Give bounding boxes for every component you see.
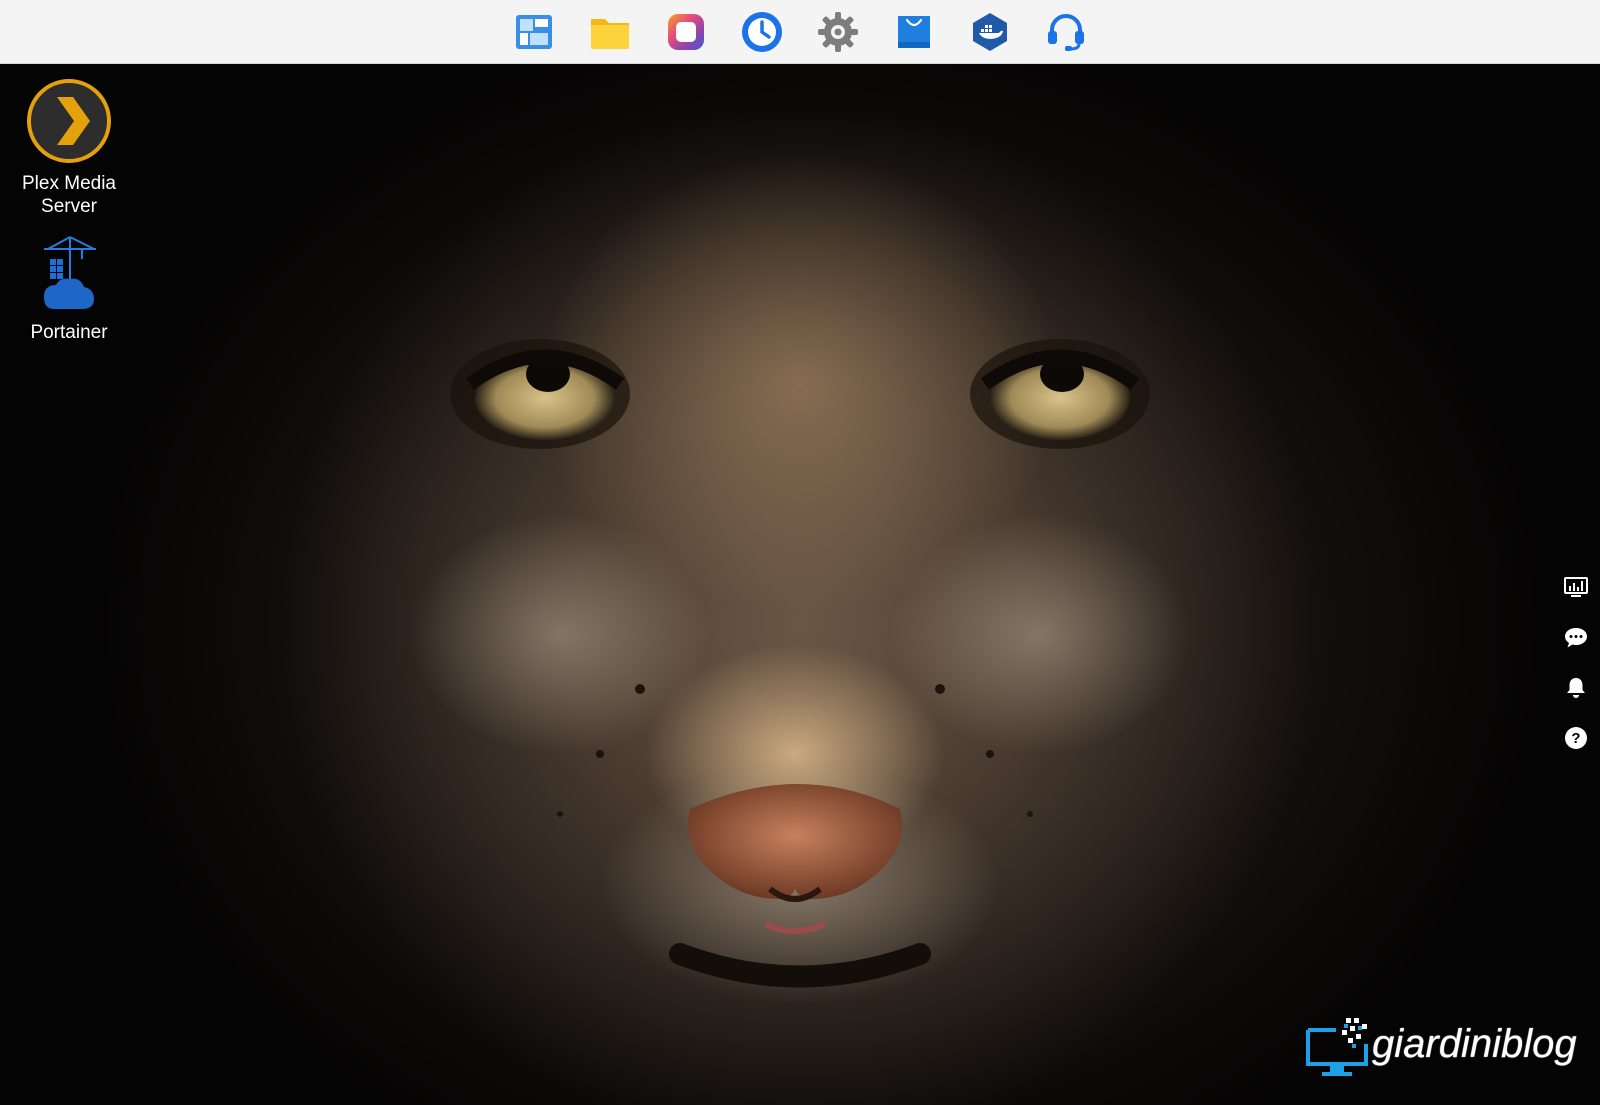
taskbar-support-center-button[interactable] <box>1044 10 1088 54</box>
help-button[interactable]: ? <box>1562 724 1590 752</box>
taskbar-package-center-button[interactable] <box>892 10 936 54</box>
lynx-wallpaper-image <box>410 339 1190 1004</box>
taskbar <box>0 0 1600 64</box>
watermark-text: giardiniblog <box>1372 1022 1577 1066</box>
taskbar-backup-button[interactable] <box>740 10 784 54</box>
messages-button[interactable] <box>1562 624 1590 652</box>
watermark-logo: giardiniblog <box>1306 1016 1586 1086</box>
shortcut-label-line1: Plex Media <box>22 173 116 194</box>
shopping-bag-icon <box>898 15 930 48</box>
help-question-mark: ? <box>1571 730 1580 747</box>
question-icon: ? <box>1565 727 1587 749</box>
notifications-button[interactable] <box>1562 674 1590 702</box>
docker-hexagon-icon <box>973 12 1007 51</box>
desktop-shortcut-plex[interactable]: Plex Media Server <box>9 78 129 218</box>
side-widget-strip: ? <box>1562 574 1590 752</box>
plex-chevron-icon <box>27 79 111 163</box>
gear-icon <box>818 11 858 52</box>
desktop-shortcut-portainer[interactable]: Portainer <box>9 235 129 344</box>
folder-icon <box>591 18 629 49</box>
taskbar-container-manager-button[interactable] <box>968 10 1012 54</box>
shortcut-label-line2: Server <box>41 196 97 217</box>
headset-icon <box>1048 13 1084 51</box>
desktop-wallpaper: Plex Media Server Portainer ? giardinibl… <box>0 64 1600 1105</box>
shortcut-label: Portainer <box>30 322 108 343</box>
taskbar-items <box>512 0 1088 63</box>
shortcut-label: Plex Media Server <box>22 172 116 218</box>
taskbar-file-station-button[interactable] <box>588 10 632 54</box>
portainer-crane-icon <box>44 236 96 309</box>
monitor-chart-icon <box>1564 577 1588 597</box>
photos-icon <box>668 13 704 50</box>
grid-panels-icon <box>516 14 552 49</box>
resource-monitor-button[interactable] <box>1562 574 1590 602</box>
desktop-screen: Plex Media Server Portainer ? giardinibl… <box>0 0 1600 1105</box>
chat-bubble-icon <box>1565 628 1587 648</box>
clock-backup-icon <box>742 11 782 52</box>
taskbar-photos-button[interactable] <box>664 10 708 54</box>
bell-icon <box>1567 678 1585 698</box>
taskbar-main-menu-button[interactable] <box>512 10 556 54</box>
taskbar-control-panel-button[interactable] <box>816 10 860 54</box>
monitor-pixels-icon <box>1306 1018 1368 1076</box>
